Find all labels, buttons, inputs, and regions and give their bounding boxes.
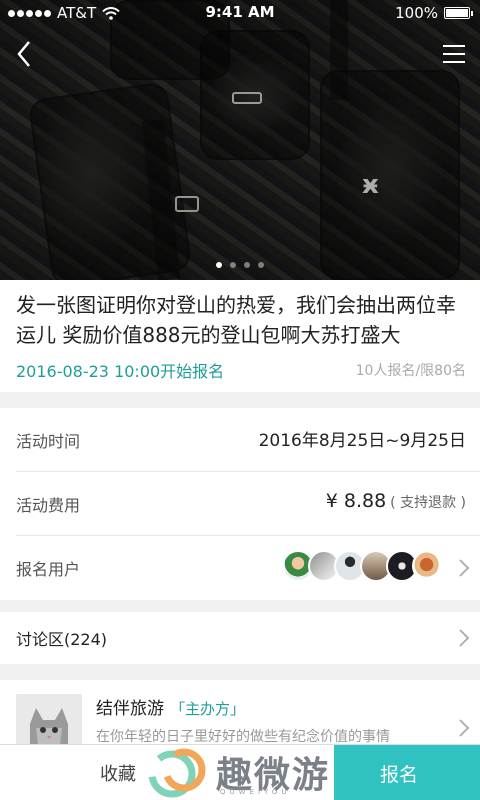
event-fee-value-wrap: ¥ 8.88( 支持退款 ) xyxy=(326,490,466,512)
signup-label: 报名 xyxy=(380,763,419,786)
event-fee-row: 活动费用 ¥ 8.88( 支持退款 ) xyxy=(16,472,480,536)
pager-dot[interactable] xyxy=(230,262,236,268)
event-time-row: 活动时间 2016年8月25日~9月25日 xyxy=(16,408,480,472)
chevron-right-icon xyxy=(459,629,470,647)
refund-note: ( 支持退款 ) xyxy=(390,495,466,511)
avatar[interactable] xyxy=(412,550,444,582)
organizer-name-line: 结伴旅游 「主办方」 xyxy=(96,694,245,719)
event-time-value: 2016年8月25日~9月25日 xyxy=(258,431,466,451)
chevron-right-icon xyxy=(459,719,470,737)
favorite-label: 收藏 xyxy=(100,764,136,785)
pager-dot[interactable] xyxy=(216,262,222,268)
signup-start-time: 2016-08-23 10:00开始报名 xyxy=(16,362,225,381)
chevron-left-icon xyxy=(17,41,30,67)
watermark-logo-icon xyxy=(148,748,206,798)
signup-quota: 10人报名/限80名 xyxy=(355,363,466,379)
battery-icon xyxy=(444,7,473,19)
pager-dot[interactable] xyxy=(244,262,250,268)
watermark-subtext: QUWEIYOU xyxy=(220,788,291,796)
status-bar: AT&T 9:41 AM 100% xyxy=(0,0,480,26)
discussion-label: 讨论区(224) xyxy=(16,630,108,649)
signup-users-row[interactable]: 报名用户 xyxy=(16,536,480,600)
back-button[interactable] xyxy=(6,36,42,72)
hamburger-menu-icon xyxy=(443,45,465,63)
organizer-description: 在你年轻的日子里好好的做些有纪念价值的事情 xyxy=(96,729,390,745)
hero-shade xyxy=(0,0,480,280)
hero-image[interactable]: ӿ AT&T 9:41 AM 100% xyxy=(0,0,480,280)
menu-button[interactable] xyxy=(436,36,472,72)
event-fee-value: ¥ 8.88 xyxy=(325,490,387,512)
organizer-name: 结伴旅游 xyxy=(96,699,164,719)
event-info-list: 活动时间 2016年8月25日~9月25日 活动费用 ¥ 8.88( 支持退款 … xyxy=(0,408,480,600)
event-title: 发一张图证明你对登山的热爱，我们会抽出两位幸运儿 奖励价值888元的登山包啊大苏… xyxy=(16,293,456,347)
discussion-row[interactable]: 讨论区(224) xyxy=(0,612,480,664)
organizer-tag: 「主办方」 xyxy=(170,700,246,718)
battery-percent: 100% xyxy=(395,4,438,22)
chevron-right-icon xyxy=(459,559,470,577)
signup-users-label: 报名用户 xyxy=(16,560,81,579)
watermark: 趣微游 QUWEIYOU xyxy=(148,746,338,800)
event-header: 发一张图证明你对登山的热爱，我们会抽出两位幸运儿 奖励价值888元的登山包啊大苏… xyxy=(0,280,480,392)
pager-dot[interactable] xyxy=(258,262,264,268)
event-fee-label: 活动费用 xyxy=(16,496,81,515)
carousel-pager[interactable] xyxy=(0,262,480,268)
signup-avatars[interactable] xyxy=(282,550,444,582)
signup-button[interactable]: 报名 xyxy=(334,745,480,800)
event-time-label: 活动时间 xyxy=(16,432,81,451)
